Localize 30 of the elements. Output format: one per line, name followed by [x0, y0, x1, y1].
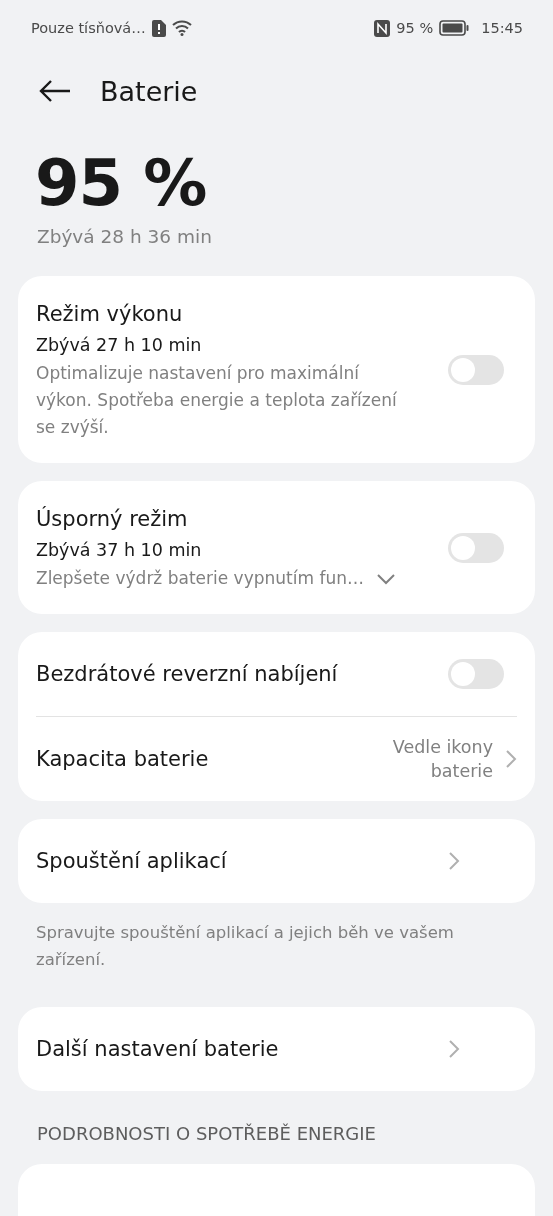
clock: 15:45: [481, 20, 523, 36]
chevron-right-icon: [505, 749, 517, 770]
battery-percent: 95 %: [396, 20, 434, 36]
toggle-switch[interactable]: [448, 659, 504, 690]
setting-title: Spouštění aplikací: [36, 848, 228, 876]
setting-value: Vedle ikony baterie: [391, 736, 493, 784]
battery-icon: [439, 20, 470, 36]
setting-description: Zlepšete výdrž baterie vypnutím fun…: [36, 567, 364, 591]
wifi-icon: [171, 20, 192, 36]
setting-subtitle: Zbývá 37 h 10 min: [36, 539, 203, 563]
toggle-switch[interactable]: [448, 532, 504, 563]
setting-title: Bezdrátové reverzní nabíjení: [36, 661, 339, 689]
chevron-right-icon: [448, 851, 460, 872]
setting-subtitle: Zbývá 27 h 10 min: [36, 334, 203, 358]
setting-title: Úsporný režim: [36, 505, 189, 534]
setting-description: Optimalizuje nastavení pro maximální výkon. Spotřeba energie a teplota zařízení se zvýší.: [36, 362, 398, 440]
battery-level: 95 %: [35, 146, 207, 220]
setting-title: Další nastavení baterie: [36, 1036, 280, 1064]
setting-title: Režim výkonu: [36, 301, 184, 329]
sim-alert-icon: [151, 19, 166, 37]
carrier-text: Pouze tísňová…: [31, 20, 146, 36]
card-note: Spravujte spouštění aplikací a jejich běh ve vašem zařízení.: [36, 923, 454, 970]
setting-title: Kapacita baterie: [36, 746, 210, 774]
remaining-time: Zbývá 28 h 36 min: [37, 226, 212, 248]
toggle-switch[interactable]: [448, 354, 504, 385]
nfc-icon: [374, 19, 391, 37]
chevron-right-icon: [448, 1039, 460, 1060]
section-header: PODROBNOSTI O SPOTŘEBĚ ENERGIE: [37, 1123, 376, 1145]
page-title: Baterie: [100, 75, 198, 107]
chevron-down-icon[interactable]: [375, 572, 396, 585]
